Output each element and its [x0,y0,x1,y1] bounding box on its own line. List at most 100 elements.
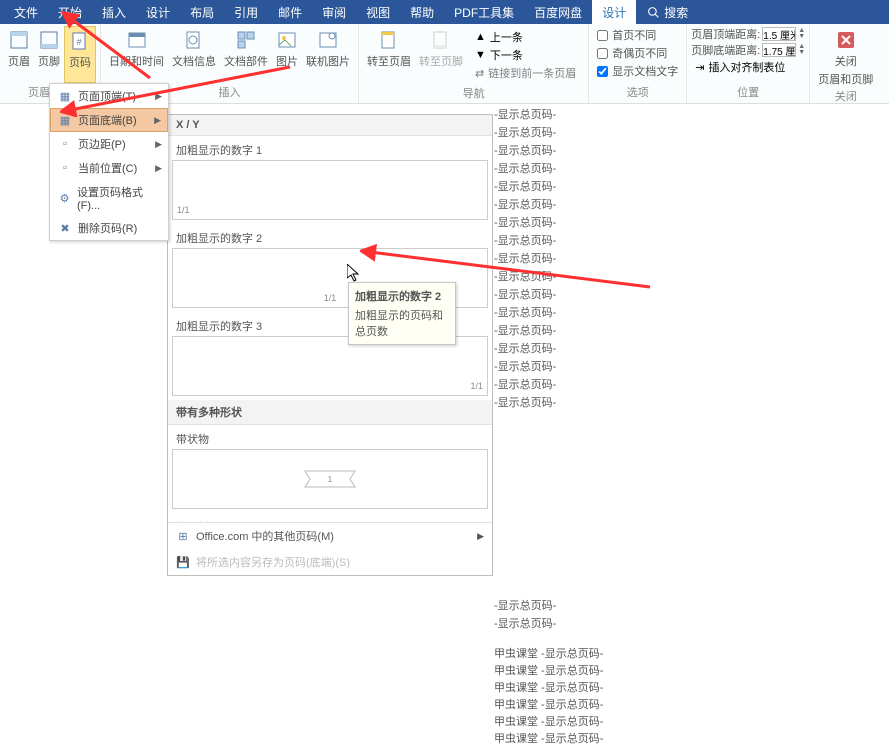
group4-label: 选项 [593,83,682,101]
pagenum-label: 页码 [69,54,91,70]
spinner-arrows-icon[interactable]: ▲▼ [798,44,805,56]
menu-layout[interactable]: 布局 [180,0,224,24]
svg-text:1: 1 [328,475,333,484]
submenu-margin[interactable]: ▫ 页边距(P)▶ [50,132,168,156]
nav-prev-button[interactable]: ▲上一条 [471,28,580,46]
nav-next-button[interactable]: ▼下一条 [471,46,580,64]
margin-icon: ▫ [58,137,72,151]
arrow-up-icon: ▲ [475,31,486,43]
svg-text:#: # [76,37,81,47]
footer-distance-input[interactable] [762,43,796,57]
group6-label: 关闭 [814,87,877,105]
nav-link-button[interactable]: ⇄链接到前一条页眉 [471,64,580,82]
gallery-save-selection: 💾 将所选内容另存为页码(底端)(S) [168,549,492,575]
content-line: -显示总页码- [494,267,889,285]
submenu-page-top[interactable]: ▦ 页面顶端(T)▶ [50,84,168,108]
menu-home[interactable]: 开始 [48,0,92,24]
content-line: 甲虫课堂 -显示总页码- [494,661,889,678]
footer-distance-spinner[interactable]: 页脚底端距离: ▲▼ [691,42,805,58]
pagenum-submenu: ▦ 页面顶端(T)▶ ▦ 页面底端(B)▶ ▫ 页边距(P)▶ ▫ 当前位置(C… [49,83,169,241]
ribbon-group-close: 关闭 页眉和页脚 关闭 [810,24,881,103]
gallery-item-bold1[interactable]: 加粗显示的数字 1 1/1 [168,136,492,224]
page-top-icon: ▦ [58,89,72,103]
oddeven-diff-checkbox[interactable] [597,48,608,59]
opt-oddeven-diff[interactable]: 奇偶页不同 [593,44,682,62]
align-tab-button[interactable]: ⇥插入对齐制表位 [691,58,805,76]
content-line: 甲虫课堂 -显示总页码- [494,712,889,729]
close-icon [835,29,857,51]
content-line: -显示总页码- [494,339,889,357]
pagenum-button[interactable]: # 页码 [64,26,96,83]
ribbon-group-position: 页眉顶端距离: ▲▼ 页脚底端距离: ▲▼ ⇥插入对齐制表位 位置 [687,24,810,103]
header-distance-input[interactable] [762,27,796,41]
show-doc-checkbox[interactable] [597,66,608,77]
opt-first-diff[interactable]: 首页不同 [593,26,682,44]
header-distance-spinner[interactable]: 页眉顶端距离: ▲▼ [691,26,805,42]
gotoheader-button[interactable]: 转至页眉 [363,26,415,84]
tab-icon: ⇥ [695,61,704,74]
menu-mailings[interactable]: 邮件 [268,0,312,24]
gallery-preview: 1/1 [172,336,488,396]
header-icon [8,29,30,51]
menu-references[interactable]: 引用 [224,0,268,24]
content-line: -显示总页码- [494,321,889,339]
gotofooter-icon [430,29,452,51]
close-sub-label: 页眉和页脚 [818,71,873,87]
close-label: 关闭 [835,53,857,69]
submenu-page-bottom[interactable]: ▦ 页面底端(B)▶ [50,108,168,132]
chevron-right-icon: ▶ [155,163,162,174]
header-button[interactable]: 页眉 [4,26,34,83]
ribbon-group-options: 首页不同 奇偶页不同 显示文档文字 选项 [589,24,687,103]
link-icon: ⇄ [475,67,484,80]
submenu-position[interactable]: ▫ 当前位置(C)▶ [50,156,168,180]
gallery-item-stacked1[interactable]: 堆叠纸张 1 1 [168,513,492,522]
datetime-icon [126,29,148,51]
pagenum-gallery: X / Y 加粗显示的数字 1 1/1 加粗显示的数字 2 1/1 加粗显示的数… [167,114,493,576]
tooltip-body: 加粗显示的页码和总页数 [355,307,449,339]
close-hf-button[interactable]: 关闭 页眉和页脚 [814,26,877,87]
images-button[interactable]: 图片 [272,26,302,83]
docinfo-button[interactable]: 文档信息 [168,26,220,83]
tooltip-title: 加粗显示的数字 2 [355,288,449,304]
spinner-arrows-icon[interactable]: ▲▼ [798,28,805,40]
menu-file[interactable]: 文件 [4,0,48,24]
menu-review[interactable]: 审阅 [312,0,356,24]
footer-icon [38,29,60,51]
docparts-button[interactable]: 文档部件 [220,26,272,83]
content-line: 甲虫课堂 -显示总页码- [494,644,889,661]
images-label: 图片 [276,53,298,69]
gallery-item-ribbon[interactable]: 带状物 1 [168,425,492,513]
format-icon: ⚙ [58,191,71,205]
ribbon-group-nav: 转至页眉 转至页脚 ▲上一条 ▼下一条 ⇄链接到前一条页眉 导航 [359,24,589,103]
content-line: -显示总页码- [494,105,889,123]
onlineimg-button[interactable]: 联机图片 [302,26,354,83]
content-line: -显示总页码- [494,177,889,195]
menu-help[interactable]: 帮助 [400,0,444,24]
menu-insert[interactable]: 插入 [92,0,136,24]
menu-bar: 文件 开始 插入 设计 布局 引用 邮件 审阅 视图 帮助 PDF工具集 百度网… [0,0,889,24]
menu-contextual-design[interactable]: 设计 [592,0,636,24]
gotofooter-button[interactable]: 转至页脚 [415,26,467,84]
header-label: 页眉 [8,53,30,69]
opt-show-doc[interactable]: 显示文档文字 [593,62,682,80]
menu-pdftools[interactable]: PDF工具集 [444,0,524,24]
gallery-header-xy: X / Y [168,115,492,136]
gallery-tooltip: 加粗显示的数字 2 加粗显示的页码和总页数 [348,282,456,345]
chevron-right-icon: ▶ [154,115,161,126]
footer-button[interactable]: 页脚 [34,26,64,83]
menu-design[interactable]: 设计 [136,0,180,24]
content-line: -显示总页码- [494,614,889,632]
datetime-button[interactable]: 日期和时间 [105,26,168,83]
gotofooter-label: 转至页脚 [419,53,463,69]
menu-search[interactable]: 搜索 [636,0,698,24]
menu-view[interactable]: 视图 [356,0,400,24]
submenu-delete[interactable]: ✖ 删除页码(R) [50,216,168,240]
first-diff-checkbox[interactable] [597,30,608,41]
menu-baidu[interactable]: 百度网盘 [524,0,592,24]
gallery-office-more[interactable]: ⊞ Office.com 中的其他页码(M) ▶ [168,523,492,549]
mouse-cursor-icon [347,264,363,284]
content-line: -显示总页码- [494,303,889,321]
office-icon: ⊞ [176,529,190,543]
content-line: -显示总页码- [494,141,889,159]
submenu-format[interactable]: ⚙ 设置页码格式(F)... [50,180,168,216]
